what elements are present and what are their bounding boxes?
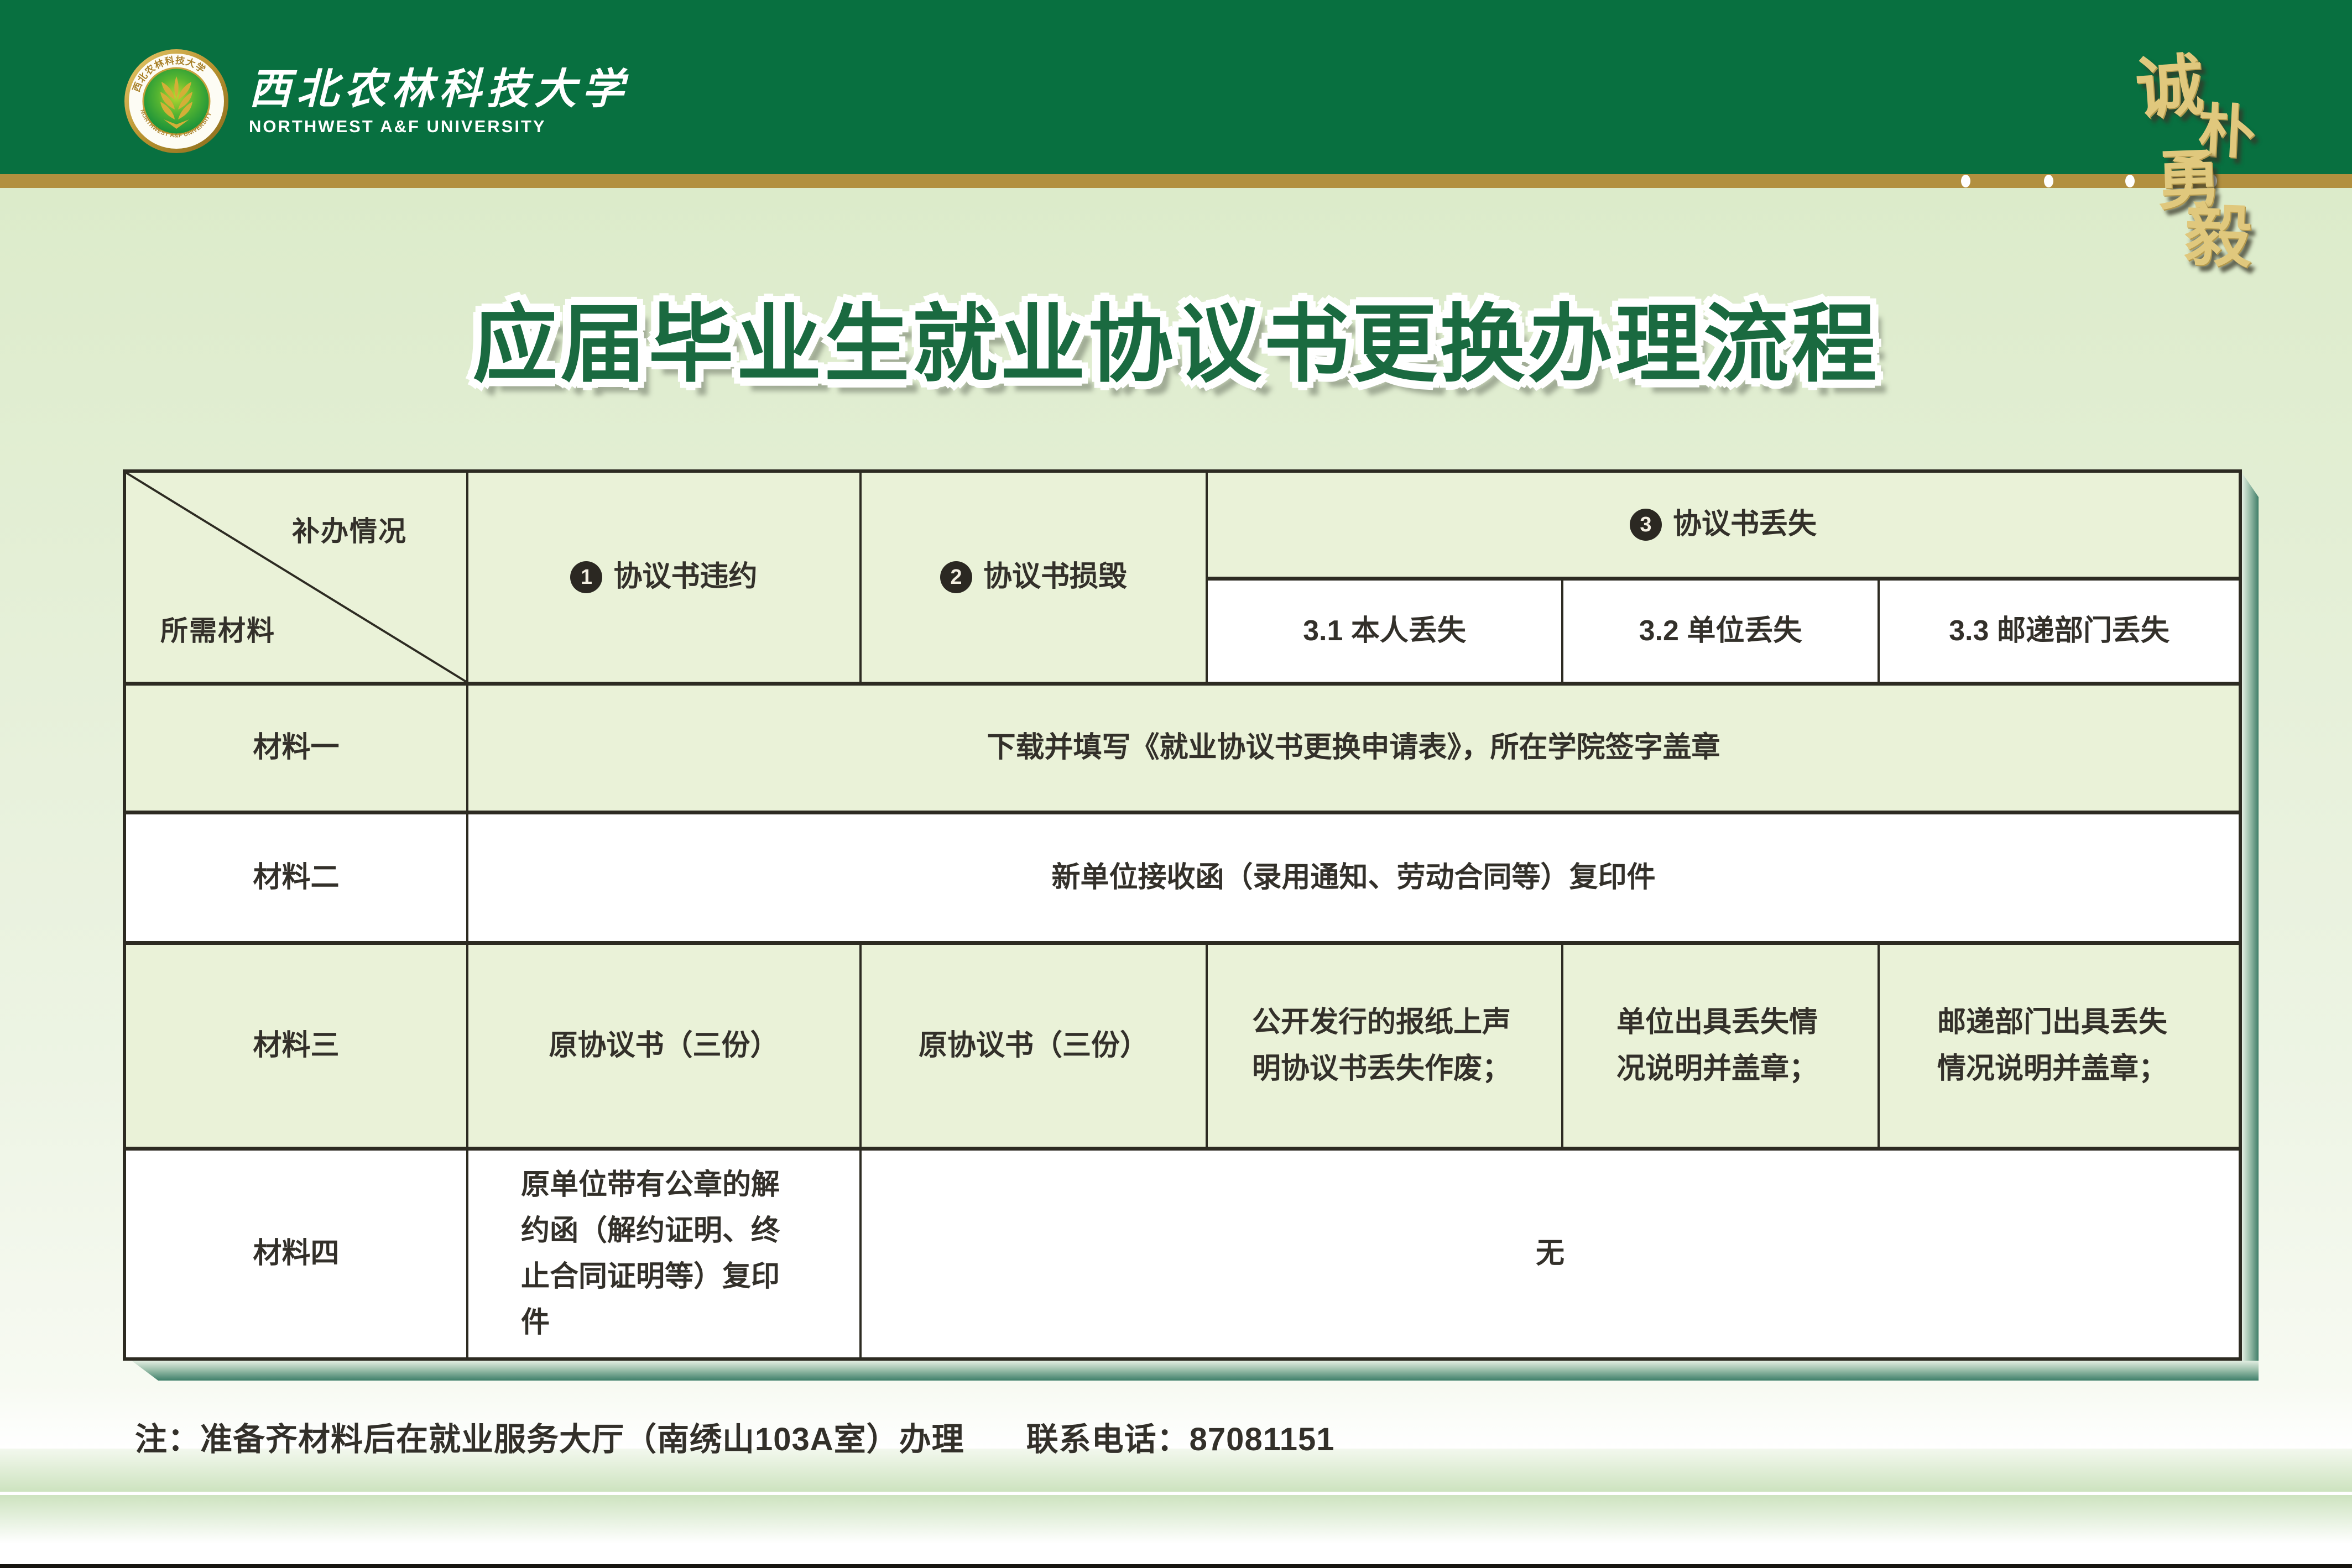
material-3-breach: 原协议书（三份） [468, 945, 862, 1151]
motto-char-cheng: 诚 [2134, 51, 2205, 123]
row-label-material-2: 材料二 [126, 814, 468, 945]
material-3-lost-post: 邮递部门出具丢失情况说明并盖章； [1880, 945, 2239, 1151]
badge-1-icon: 1 [570, 561, 602, 593]
row-label-material-1: 材料一 [126, 686, 468, 814]
table-shadow-bottom [126, 1361, 2259, 1381]
material-2-value: 新单位接收函（录用通知、劳动合同等）复印件 [468, 814, 2239, 945]
gold-divider-bar [0, 174, 2352, 188]
corner-label-materials: 所需材料 [160, 609, 275, 653]
university-name-zh: 西北农林科技大学 [249, 68, 629, 110]
bottom-edge-line [0, 1564, 2352, 1568]
footer-gradient-band-bottom [0, 1495, 2352, 1544]
column-header-label: 协议书丢失 [1673, 501, 1817, 547]
dot-decoration [2125, 175, 2135, 187]
material-3-lost-employer: 单位出具丢失情况说明并盖章； [1563, 945, 1880, 1151]
row-label-material-3: 材料三 [126, 945, 468, 1151]
university-wordmark: 西北农林科技大学 NORTHWEST A&F UNIVERSITY [249, 68, 629, 135]
corner-label-situation: 补办情况 [292, 509, 407, 553]
table-shadow-right [2242, 473, 2259, 1381]
university-emblem-logo: 西北农林科技大学 NORTHWEST A&F UNIVERSITY [124, 49, 229, 154]
material-3-damaged: 原协议书（三份） [862, 945, 1208, 1151]
contact-phone: 联系电话：87081151 [1026, 1421, 1335, 1457]
badge-2-icon: 2 [940, 561, 972, 593]
motto-char-yi: 毅 [2183, 201, 2253, 271]
subheader-lost-by-post: 3.3 邮递部门丢失 [1880, 581, 2239, 686]
header-band: 西北农林科技大学 NORTHWEST A&F UNIVERSITY 西北农林科技… [0, 0, 2352, 174]
badge-3-icon: 3 [1630, 509, 1662, 541]
column-header-label: 协议书违约 [613, 554, 757, 600]
note-text: 注：准备齐材料后在就业服务大厅（南绣山103A室）办理 [135, 1421, 964, 1457]
column-header-damaged: 2 协议书损毁 [862, 473, 1208, 686]
corner-header-cell: 补办情况 所需材料 [126, 473, 468, 686]
material-4-none: 无 [862, 1151, 2239, 1357]
dot-decoration [1961, 175, 1970, 187]
footer-note: 注：准备齐材料后在就业服务大厅（南绣山103A室）办理 联系电话：87081151 [135, 1413, 1335, 1460]
column-header-label: 协议书损毁 [983, 554, 1127, 600]
materials-table: 补办情况 所需材料 1 协议书违约 2 协议书损毁 3 协议书丢失 3.1 本人… [123, 469, 2242, 1361]
column-header-breach: 1 协议书违约 [468, 473, 862, 686]
material-4-breach: 原单位带有公章的解约函（解约证明、终止合同证明等）复印件 [468, 1151, 862, 1357]
page-title: 应届毕业生就业协议书更换办理流程 [0, 275, 2352, 399]
subheader-lost-by-employer: 3.2 单位丢失 [1563, 581, 1880, 686]
dot-decoration [2044, 175, 2053, 187]
subheader-lost-by-self: 3.1 本人丢失 [1208, 581, 1563, 686]
poster-page: 西北农林科技大学 NORTHWEST A&F UNIVERSITY 西北农林科技… [0, 0, 2352, 1568]
material-3-lost-self: 公开发行的报纸上声明协议书丢失作废； [1208, 945, 1563, 1151]
material-1-value: 下载并填写《就业协议书更换申请表》，所在学院签字盖章 [468, 686, 2239, 814]
university-brand: 西北农林科技大学 NORTHWEST A&F UNIVERSITY 西北农林科技… [124, 49, 629, 154]
column-header-lost: 3 协议书丢失 [1208, 473, 2239, 581]
row-label-material-4: 材料四 [126, 1151, 468, 1357]
university-name-en: NORTHWEST A&F UNIVERSITY [249, 118, 629, 135]
